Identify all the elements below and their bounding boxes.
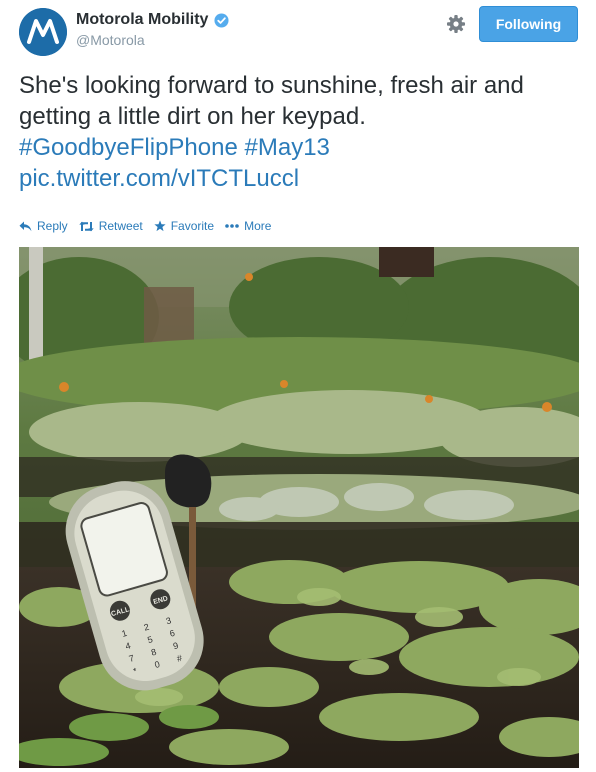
hashtag-goodbyeflipphone[interactable]: #GoodbyeFlipPhone [19, 134, 238, 161]
tweet-text: She's looking forward to sunshine, fresh… [19, 70, 579, 194]
star-icon [154, 220, 166, 232]
retweet-button[interactable]: Retweet [78, 219, 143, 233]
account-handle[interactable]: @Motorola [76, 32, 229, 48]
reply-icon [19, 221, 32, 231]
following-button[interactable]: Following [479, 6, 578, 42]
garden-phone-photo: CALL END 1 2 3 4 5 6 7 8 9 * 0 # [19, 247, 579, 768]
more-button[interactable]: More [225, 219, 271, 233]
settings-button[interactable] [446, 14, 466, 34]
gear-icon [447, 15, 465, 33]
hashtag-may13[interactable]: #May13 [245, 134, 330, 161]
reply-button[interactable]: Reply [19, 219, 68, 233]
tweet-photo[interactable]: CALL END 1 2 3 4 5 6 7 8 9 * 0 # [19, 247, 579, 768]
favorite-label: Favorite [170, 219, 215, 233]
tweet-actions: Reply Retweet Favorite More [19, 219, 282, 233]
verified-badge-icon [214, 12, 229, 28]
reply-label: Reply [37, 219, 68, 233]
avatar[interactable] [19, 8, 67, 56]
more-label: More [244, 219, 272, 233]
photo-link[interactable]: pic.twitter.com/vITCTLuccl [19, 165, 299, 192]
account-name[interactable]: Motorola Mobility [76, 11, 208, 29]
retweet-label: Retweet [98, 219, 143, 233]
motorola-logo-icon [19, 8, 67, 56]
tweet-body: She's looking forward to sunshine, fresh… [19, 72, 524, 130]
account-info: Motorola Mobility @Motorola [76, 11, 229, 48]
retweet-icon [78, 221, 94, 231]
more-dots-icon [225, 224, 239, 228]
favorite-button[interactable]: Favorite [154, 219, 214, 233]
